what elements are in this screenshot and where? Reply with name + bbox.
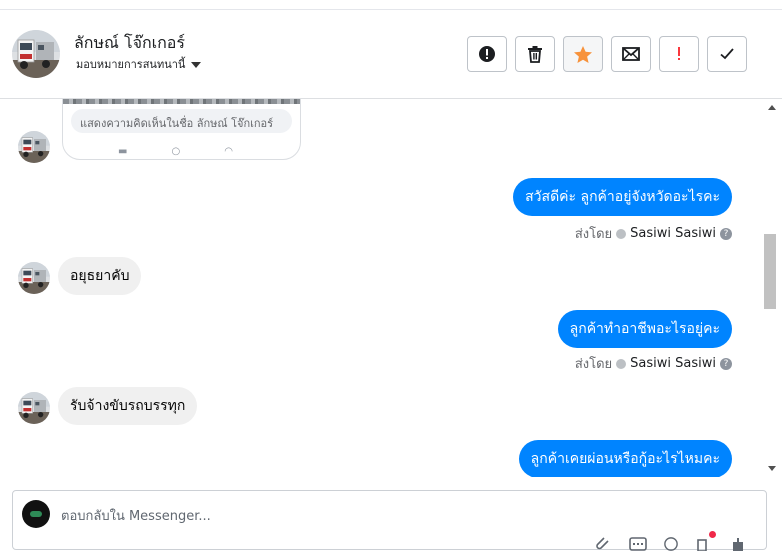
caret-down-icon bbox=[191, 61, 202, 68]
contact-avatar-small bbox=[18, 392, 50, 424]
check-icon bbox=[720, 48, 734, 60]
message-outgoing[interactable]: สวัสดีค่ะ ลูกค้าอยู่จังหวัดอะไรคะ bbox=[513, 178, 732, 216]
like-icon[interactable]: ▬ bbox=[118, 146, 127, 157]
conversation-header: ลักษณ์ โจ๊กเกอร์ มอบหมายการสนทนานี้ bbox=[0, 10, 782, 99]
sender-name[interactable]: Sasiwi Sasiwi bbox=[630, 226, 716, 241]
message-outgoing[interactable]: ลูกค้าเคยผ่อนหรือกู้อะไรไหมคะ bbox=[518, 440, 732, 477]
attach-icon[interactable] bbox=[595, 537, 611, 551]
contact-name[interactable]: ลักษณ์ โจ๊กเกอร์ bbox=[74, 31, 185, 56]
contact-avatar[interactable] bbox=[12, 30, 60, 78]
delete-button[interactable] bbox=[515, 36, 555, 72]
trash-icon bbox=[528, 46, 542, 63]
follow-up-button[interactable] bbox=[659, 36, 699, 72]
emoji-icon[interactable] bbox=[663, 537, 679, 551]
contact-avatar-small bbox=[18, 131, 50, 163]
post-image bbox=[63, 99, 300, 104]
alert-circle-icon bbox=[479, 46, 495, 62]
conversation-toolbar bbox=[467, 36, 747, 72]
share-icon[interactable]: ◠ bbox=[224, 146, 233, 157]
unread-button[interactable] bbox=[611, 36, 651, 72]
star-icon bbox=[574, 45, 592, 63]
thumbs-up-icon[interactable] bbox=[731, 537, 747, 551]
assign-conversation-dropdown[interactable]: มอบหมายการสนทนานี้ bbox=[76, 55, 202, 73]
help-icon[interactable]: ? bbox=[720, 357, 732, 370]
thread-scrollbar[interactable] bbox=[762, 99, 782, 477]
comment-icon[interactable]: ○ bbox=[171, 146, 180, 157]
gif-icon[interactable] bbox=[629, 537, 647, 551]
notification-dot bbox=[709, 531, 716, 538]
scrollbar-thumb[interactable] bbox=[764, 234, 776, 309]
window-top-strip bbox=[0, 0, 782, 10]
exclamation-icon bbox=[678, 47, 680, 60]
page-avatar bbox=[22, 500, 50, 528]
verified-icon bbox=[616, 228, 627, 239]
scroll-up-arrow-icon[interactable] bbox=[768, 105, 776, 110]
message-incoming[interactable]: อยุธยาคับ bbox=[58, 257, 142, 295]
scroll-down-arrow-icon[interactable] bbox=[768, 466, 776, 471]
spam-button[interactable] bbox=[467, 36, 507, 72]
done-button[interactable] bbox=[707, 36, 747, 72]
message-incoming[interactable]: รับจ้างขับรถบรรทุก bbox=[58, 387, 198, 425]
sent-by-label: ส่งโดย bbox=[574, 227, 613, 242]
envelope-icon bbox=[622, 47, 640, 61]
sent-by-line: ส่งโดย Sasiwi Sasiwi ? bbox=[575, 223, 732, 244]
star-button[interactable] bbox=[563, 36, 603, 72]
sent-by-label: ส่งโดย bbox=[574, 357, 613, 372]
verified-icon bbox=[616, 358, 627, 369]
message-thread[interactable]: แสดงความคิดเห็นในชื่อ ลักษณ์ โจ๊กเกอร์ ▬… bbox=[0, 99, 762, 477]
reply-input[interactable] bbox=[61, 506, 561, 526]
reply-composer bbox=[12, 490, 767, 551]
contact-avatar-small bbox=[18, 262, 50, 294]
card-action-icons: ▬ ○ ◠ bbox=[118, 146, 233, 157]
sent-by-line: ส่งโดย Sasiwi Sasiwi ? bbox=[575, 353, 732, 374]
sender-name[interactable]: Sasiwi Sasiwi bbox=[630, 356, 716, 371]
card-comment-input[interactable]: แสดงความคิดเห็นในชื่อ ลักษณ์ โจ๊กเกอร์ bbox=[71, 109, 292, 133]
message-outgoing[interactable]: ลูกค้าทำอาชีพอะไรอยู่คะ bbox=[557, 310, 732, 348]
saved-reply-icon[interactable] bbox=[697, 531, 716, 551]
composer-tools bbox=[595, 531, 747, 551]
help-icon[interactable]: ? bbox=[720, 227, 732, 240]
assign-label: มอบหมายการสนทนานี้ bbox=[76, 58, 186, 71]
shared-post-card[interactable]: แสดงความคิดเห็นในชื่อ ลักษณ์ โจ๊กเกอร์ ▬… bbox=[62, 99, 301, 160]
